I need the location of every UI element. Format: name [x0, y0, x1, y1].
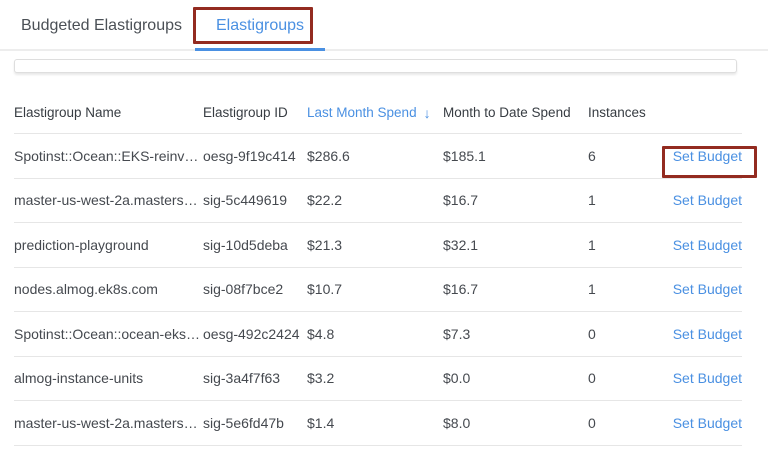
cell-name: master-us-west-2a.masters…	[14, 192, 203, 208]
cell-id: sig-5c449619	[203, 192, 307, 208]
cell-instances: 1	[588, 237, 672, 253]
cell-instances: 1	[588, 281, 672, 297]
set-budget-link[interactable]: Set Budget	[673, 192, 742, 208]
cell-month-to-date-spend: $0.0	[443, 370, 588, 386]
set-budget-link[interactable]: Set Budget	[673, 281, 742, 297]
cell-month-to-date-spend: $8.0	[443, 415, 588, 431]
cell-month-to-date-spend: $16.7	[443, 281, 588, 297]
tab-budgeted-elastigroups[interactable]: Budgeted Elastigroups	[21, 0, 182, 51]
cell-id: sig-10d5deba	[203, 237, 307, 253]
cell-name: prediction-playground	[14, 237, 203, 253]
table-row: master-us-west-2a.masters… sig-5e6fd47b …	[14, 401, 742, 446]
active-tab-indicator	[195, 48, 325, 51]
cell-last-month-spend: $22.2	[307, 192, 443, 208]
cell-last-month-spend: $3.2	[307, 370, 443, 386]
column-header-elastigroup-name[interactable]: Elastigroup Name	[14, 105, 203, 120]
set-budget-link[interactable]: Set Budget	[673, 326, 742, 342]
cell-month-to-date-spend: $16.7	[443, 192, 588, 208]
budgets-page: Budgeted Elastigroups Elastigroups Elast…	[0, 0, 768, 457]
cell-instances: 0	[588, 415, 672, 431]
collapsed-filter-panel	[14, 59, 737, 73]
cell-name: master-us-west-2a.masters…	[14, 415, 203, 431]
cell-instances: 0	[588, 370, 672, 386]
cell-instances: 0	[588, 326, 672, 342]
cell-name: Spotinst::Ocean::EKS-reinv…	[14, 148, 203, 164]
table-row: almog-instance-units sig-3a4f7f63 $3.2 $…	[14, 357, 742, 402]
column-header-month-to-date-spend[interactable]: Month to Date Spend	[443, 105, 588, 120]
cell-id: sig-08f7bce2	[203, 281, 307, 297]
table-header-row: Elastigroup Name Elastigroup ID Last Mon…	[14, 92, 742, 134]
cell-id: sig-3a4f7f63	[203, 370, 307, 386]
cell-id: oesg-9f19c414	[203, 148, 307, 164]
table-row: Spotinst::Ocean::ocean-eks… oesg-492c242…	[14, 312, 742, 357]
cell-instances: 1	[588, 192, 672, 208]
cell-name: almog-instance-units	[14, 370, 203, 386]
cell-last-month-spend: $1.4	[307, 415, 443, 431]
set-budget-link[interactable]: Set Budget	[673, 370, 742, 386]
cell-month-to-date-spend: $7.3	[443, 326, 588, 342]
cell-last-month-spend: $10.7	[307, 281, 443, 297]
cell-id: oesg-492c2424	[203, 326, 307, 342]
sort-descending-icon: ↓	[424, 105, 431, 121]
cell-instances: 6	[588, 148, 672, 164]
set-budget-link[interactable]: Set Budget	[673, 148, 742, 164]
cell-month-to-date-spend: $185.1	[443, 148, 588, 164]
set-budget-link[interactable]: Set Budget	[673, 415, 742, 431]
table-row: Spotinst::Ocean::EKS-reinv… oesg-9f19c41…	[14, 134, 742, 179]
cell-name: Spotinst::Ocean::ocean-eks…	[14, 326, 203, 342]
column-header-last-month-spend[interactable]: Last Month Spend ↓	[307, 105, 443, 121]
elastigroups-table: Elastigroup Name Elastigroup ID Last Mon…	[14, 92, 742, 446]
cell-last-month-spend: $286.6	[307, 148, 443, 164]
cell-last-month-spend: $21.3	[307, 237, 443, 253]
cell-month-to-date-spend: $32.1	[443, 237, 588, 253]
table-row: nodes.almog.ek8s.com sig-08f7bce2 $10.7 …	[14, 268, 742, 313]
tab-elastigroups[interactable]: Elastigroups	[195, 0, 325, 51]
column-header-label: Last Month Spend	[307, 105, 417, 120]
cell-id: sig-5e6fd47b	[203, 415, 307, 431]
cell-name: nodes.almog.ek8s.com	[14, 281, 203, 297]
set-budget-link[interactable]: Set Budget	[673, 237, 742, 253]
tab-bar: Budgeted Elastigroups Elastigroups	[0, 0, 768, 51]
column-header-instances[interactable]: Instances	[588, 105, 672, 120]
table-row: master-us-west-2a.masters… sig-5c449619 …	[14, 179, 742, 224]
cell-last-month-spend: $4.8	[307, 326, 443, 342]
column-header-elastigroup-id[interactable]: Elastigroup ID	[203, 105, 307, 120]
table-row: prediction-playground sig-10d5deba $21.3…	[14, 223, 742, 268]
